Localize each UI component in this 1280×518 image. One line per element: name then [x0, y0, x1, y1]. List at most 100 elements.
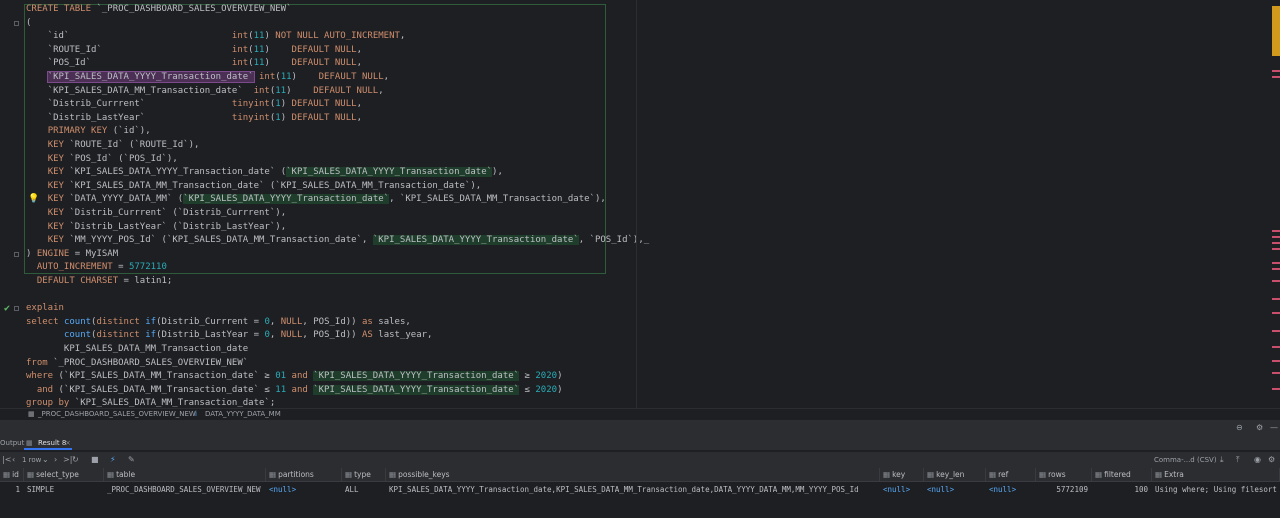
fold-marker-icon[interactable]: [14, 251, 19, 257]
column-header-rows[interactable]: ▦ rows: [1036, 468, 1092, 482]
error-stripe-mark[interactable]: [1272, 242, 1280, 244]
code-line[interactable]: KEY `ROUTE_Id` (`ROUTE_Id`),: [26, 139, 200, 153]
error-stripe-mark[interactable]: [1272, 330, 1280, 332]
column-header-ref[interactable]: ▦ ref: [986, 468, 1036, 482]
code-line[interactable]: KEY `MM_YYYY_POS_Id` (`KPI_SALES_DATA_MM…: [26, 234, 649, 248]
code-line[interactable]: DEFAULT CHARSET = latin1;: [26, 275, 172, 289]
error-stripe-mark[interactable]: [1272, 70, 1280, 72]
code-line[interactable]: `POS_Id` int(11) DEFAULT NULL,: [26, 57, 362, 71]
column-header-type[interactable]: ▦ type: [342, 468, 386, 482]
code-line[interactable]: ) ENGINE = MyISAM: [26, 248, 118, 262]
pin-icon[interactable]: ✎: [128, 452, 135, 468]
cell-key[interactable]: <null>: [880, 483, 924, 496]
cell-rows[interactable]: 5772109: [1036, 483, 1092, 496]
code-token: `Distrib_Currrent`: [26, 99, 232, 110]
code-line[interactable]: `KPI_SALES_DATA_YYYY_Transaction_date` i…: [26, 71, 389, 85]
code-line[interactable]: `ROUTE_Id` int(11) DEFAULT NULL,: [26, 44, 362, 58]
error-stripe-mark[interactable]: [1272, 248, 1280, 250]
explain-plan-icon[interactable]: ⚡: [110, 452, 116, 468]
cell-partitions[interactable]: <null>: [266, 483, 342, 496]
stop-icon[interactable]: ■: [91, 452, 99, 468]
last-page-icon[interactable]: >|: [63, 452, 72, 468]
first-page-icon[interactable]: |<: [2, 452, 11, 468]
gear-icon[interactable]: ⚙: [1256, 423, 1263, 432]
code-line[interactable]: from `_PROC_DASHBOARD_SALES_OVERVIEW_NEW…: [26, 357, 248, 371]
code-line[interactable]: `id` int(11) NOT NULL AUTO_INCREMENT,: [26, 30, 406, 44]
error-stripe-mark[interactable]: [1272, 268, 1280, 270]
code-line[interactable]: KEY `DATA_YYYY_DATA_MM` (`KPI_SALES_DATA…: [26, 193, 606, 207]
error-stripe-mark[interactable]: [1272, 372, 1280, 374]
export-format-select[interactable]: Comma-...d (CSV): [1154, 452, 1217, 468]
code-line[interactable]: where (`KPI_SALES_DATA_MM_Transaction_da…: [26, 370, 562, 384]
cell-filtered[interactable]: 100: [1092, 483, 1152, 496]
column-header-id[interactable]: ▦ id: [0, 468, 24, 482]
sql-editor[interactable]: CREATE TABLE `_PROC_DASHBOARD_SALES_OVER…: [0, 0, 1280, 408]
tab-output[interactable]: Output: [0, 436, 24, 451]
column-header-table[interactable]: ▦ table: [104, 468, 266, 482]
error-stripe-mark[interactable]: [1272, 388, 1280, 390]
cell-select-type[interactable]: SIMPLE: [24, 483, 104, 496]
code-line[interactable]: explain: [26, 302, 64, 316]
fold-marker-icon[interactable]: [14, 20, 19, 26]
column-header-possible-keys[interactable]: ▦ possible_keys: [386, 468, 880, 482]
row-count-select[interactable]: 1 row: [22, 452, 41, 468]
column-header-partitions[interactable]: ▦ partitions: [266, 468, 342, 482]
error-stripe-mark[interactable]: [1272, 280, 1280, 282]
download-icon[interactable]: ⤓: [1220, 452, 1224, 468]
prev-page-icon[interactable]: ‹: [12, 452, 15, 468]
cell-Extra[interactable]: Using where; Using filesort: [1152, 483, 1280, 496]
code-line[interactable]: KEY `KPI_SALES_DATA_MM_Transaction_date`…: [26, 180, 482, 194]
error-stripe-mark[interactable]: [1272, 360, 1280, 362]
cell-ref[interactable]: <null>: [986, 483, 1036, 496]
code-line[interactable]: `Distrib_Currrent` tinyint(1) DEFAULT NU…: [26, 98, 362, 112]
code-line[interactable]: AUTO_INCREMENT = 5772110: [26, 261, 167, 275]
code-line[interactable]: KEY `POS_Id` (`POS_Id`),: [26, 153, 178, 167]
cell-type[interactable]: ALL: [342, 483, 386, 496]
code-line[interactable]: count(distinct if(Distrib_LastYear = 0, …: [26, 329, 433, 343]
column-header-Extra[interactable]: ▦ Extra: [1152, 468, 1280, 482]
code-line[interactable]: KEY `Distrib_Currrent` (`Distrib_Currren…: [26, 207, 286, 221]
next-page-icon[interactable]: ›: [54, 452, 57, 468]
error-stripe-mark[interactable]: [1272, 236, 1280, 238]
code-line[interactable]: group by `KPI_SALES_DATA_MM_Transaction_…: [26, 397, 275, 408]
code-token: DEFAULT NULL: [291, 58, 357, 69]
upload-icon[interactable]: ⤒: [1236, 452, 1240, 468]
breadcrumb-index[interactable]: DATA_YYYY_DATA_MM: [205, 409, 281, 420]
code-line[interactable]: `Distrib_LastYear` tinyint(1) DEFAULT NU…: [26, 112, 362, 126]
code-line[interactable]: PRIMARY KEY (`id`),: [26, 125, 151, 139]
column-header-filtered[interactable]: ▦ filtered: [1092, 468, 1152, 482]
table-row[interactable]: 1 SIMPLE _PROC_DASHBOARD_SALES_OVERVIEW_NE…: [0, 483, 1280, 496]
refresh-icon[interactable]: ↻: [72, 452, 79, 468]
editor-scrollbar[interactable]: [1272, 0, 1280, 408]
code-line[interactable]: KEY `KPI_SALES_DATA_YYYY_Transaction_dat…: [26, 166, 503, 180]
column-header-select-type[interactable]: ▦ select_type: [24, 468, 104, 482]
column-header-key[interactable]: ▦ key: [880, 468, 924, 482]
rows-dropdown-icon[interactable]: ⌄: [42, 452, 49, 468]
error-stripe-mark[interactable]: [1272, 262, 1280, 264]
error-stripe-mark[interactable]: [1272, 298, 1280, 300]
code-line[interactable]: CREATE TABLE `_PROC_DASHBOARD_SALES_OVER…: [26, 3, 292, 17]
cell-id[interactable]: 1: [0, 483, 24, 496]
intention-bulb-icon[interactable]: 💡: [28, 194, 39, 204]
fold-marker-icon[interactable]: [14, 306, 19, 312]
minimize-icon[interactable]: —: [1270, 423, 1278, 432]
cell-key-len[interactable]: <null>: [924, 483, 986, 496]
error-stripe-mark[interactable]: [1272, 312, 1280, 314]
code-line[interactable]: (: [26, 17, 31, 31]
code-line[interactable]: KEY `Distrib_LastYear` (`Distrib_LastYea…: [26, 221, 286, 235]
cell-possible-keys[interactable]: KPI_SALES_DATA_YYYY_Transaction_date,KPI…: [386, 483, 880, 496]
error-stripe-mark[interactable]: [1272, 76, 1280, 78]
column-header-key-len[interactable]: ▦ key_len: [924, 468, 986, 482]
code-line[interactable]: and (`KPI_SALES_DATA_MM_Transaction_date…: [26, 384, 563, 398]
settings-circle-icon[interactable]: ⊖: [1236, 423, 1243, 432]
error-stripe-mark[interactable]: [1272, 346, 1280, 348]
gear-icon[interactable]: ⚙: [1268, 452, 1275, 468]
error-stripe-mark[interactable]: [1272, 230, 1280, 232]
cell-table[interactable]: _PROC_DASHBOARD_SALES_OVERVIEW_NEW: [104, 483, 266, 496]
code-line[interactable]: KPI_SALES_DATA_MM_Transaction_date: [26, 343, 248, 357]
code-line[interactable]: `KPI_SALES_DATA_MM_Transaction_date` int…: [26, 85, 384, 99]
view-icon[interactable]: ◉: [1254, 452, 1261, 468]
scroll-thumb[interactable]: [1272, 6, 1280, 56]
code-line[interactable]: select count(distinct if(Distrib_Currren…: [26, 316, 411, 330]
breadcrumb-table[interactable]: _PROC_DASHBOARD_SALES_OVERVIEW_NEW: [38, 409, 196, 420]
